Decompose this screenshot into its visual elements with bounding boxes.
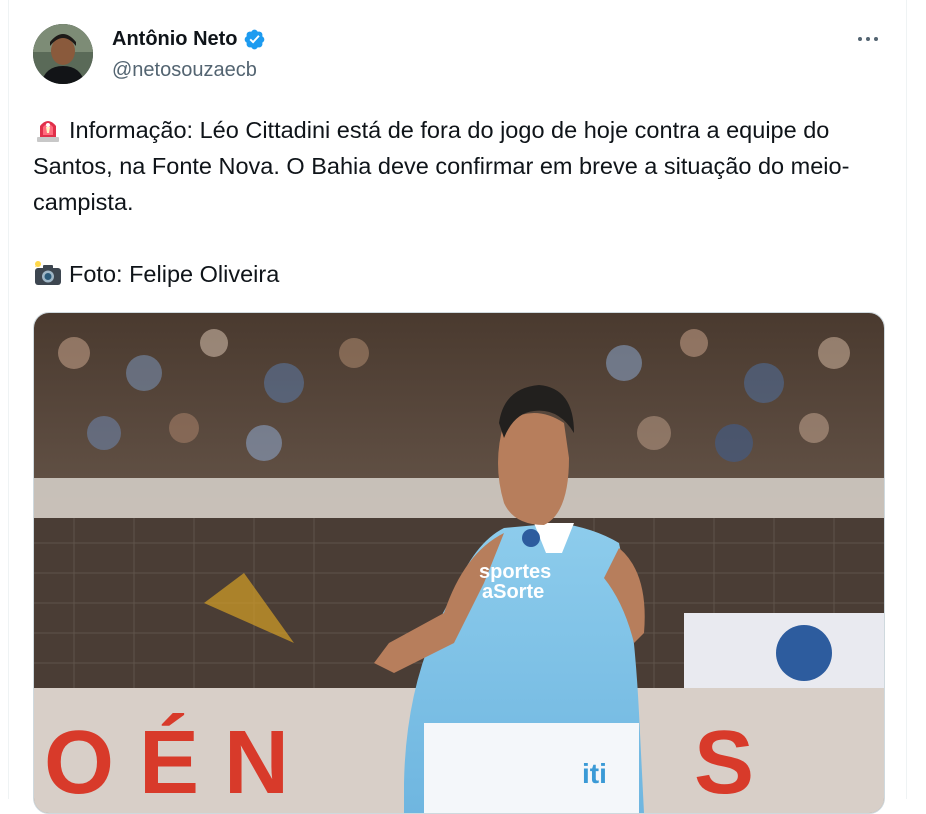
svg-text:O É N: O É N	[44, 712, 289, 813]
svg-text:aSorte: aSorte	[482, 581, 544, 603]
more-options-button[interactable]	[849, 24, 887, 54]
tweet-text: Informação: Léo Cittadini está de fora d…	[33, 112, 893, 292]
shirt-sponsor-text: sportes	[479, 561, 551, 583]
shorts-sponsor-text: iti	[582, 758, 607, 789]
rotating-light-icon	[33, 115, 63, 143]
author-display-name[interactable]: Antônio Neto	[112, 26, 238, 52]
tweet-paragraph-1: Informação: Léo Cittadini está de fora d…	[33, 112, 893, 220]
tweet-paragraph-2: Foto: Felipe Oliveira	[33, 256, 893, 292]
tweet-card[interactable]: Antônio Neto @netosouzaecb Informação: L…	[9, 0, 906, 814]
football-player-photo: O É N S sportes aSorte iti	[34, 313, 884, 813]
timeline-border-right	[906, 0, 907, 799]
author-handle[interactable]: @netosouzaecb	[112, 57, 257, 83]
avatar[interactable]	[33, 24, 93, 84]
svg-text:S: S	[694, 713, 754, 813]
tweet-paragraph-2-text: Foto: Felipe Oliveira	[69, 261, 280, 287]
verified-badge-icon[interactable]	[243, 28, 266, 51]
more-horizontal-icon	[858, 37, 862, 41]
author-name-row[interactable]: Antônio Neto	[112, 26, 266, 52]
tweet-photo[interactable]: O É N S sportes aSorte iti	[33, 312, 885, 814]
camera-flash-icon	[33, 259, 63, 287]
tweet-paragraph-1-text: Informação: Léo Cittadini está de fora d…	[33, 117, 850, 215]
avatar-photo	[33, 24, 93, 84]
